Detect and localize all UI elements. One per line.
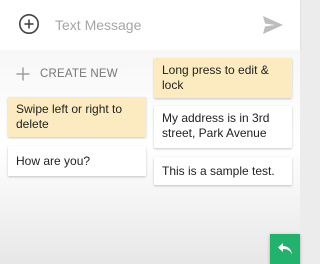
note-text: How are you? — [16, 154, 91, 168]
message-input[interactable] — [55, 14, 255, 36]
note-card[interactable]: My address is in 3rd street, Park Avenue — [154, 106, 292, 148]
note-text: Long press to edit & lock — [162, 63, 269, 92]
note-card[interactable]: Long press to edit & lock — [154, 58, 292, 98]
create-new-button[interactable]: CREATE NEW — [16, 64, 126, 84]
reply-button[interactable] — [270, 234, 300, 264]
note-card[interactable]: How are you? — [8, 146, 146, 176]
note-card[interactable]: Swipe left or right to delete — [8, 97, 146, 137]
send-icon[interactable] — [262, 15, 284, 35]
note-text: Swipe left or right to delete — [16, 102, 123, 131]
create-new-label: CREATE NEW — [40, 68, 118, 80]
compose-bar — [0, 0, 300, 50]
note-text: This is a sample test. — [162, 164, 275, 178]
reply-icon — [278, 243, 292, 255]
note-card[interactable]: This is a sample test. — [154, 157, 292, 185]
note-text: My address is in 3rd street, Park Avenue — [162, 111, 270, 140]
plus-circle-icon[interactable] — [18, 13, 40, 35]
plus-icon — [16, 67, 30, 81]
